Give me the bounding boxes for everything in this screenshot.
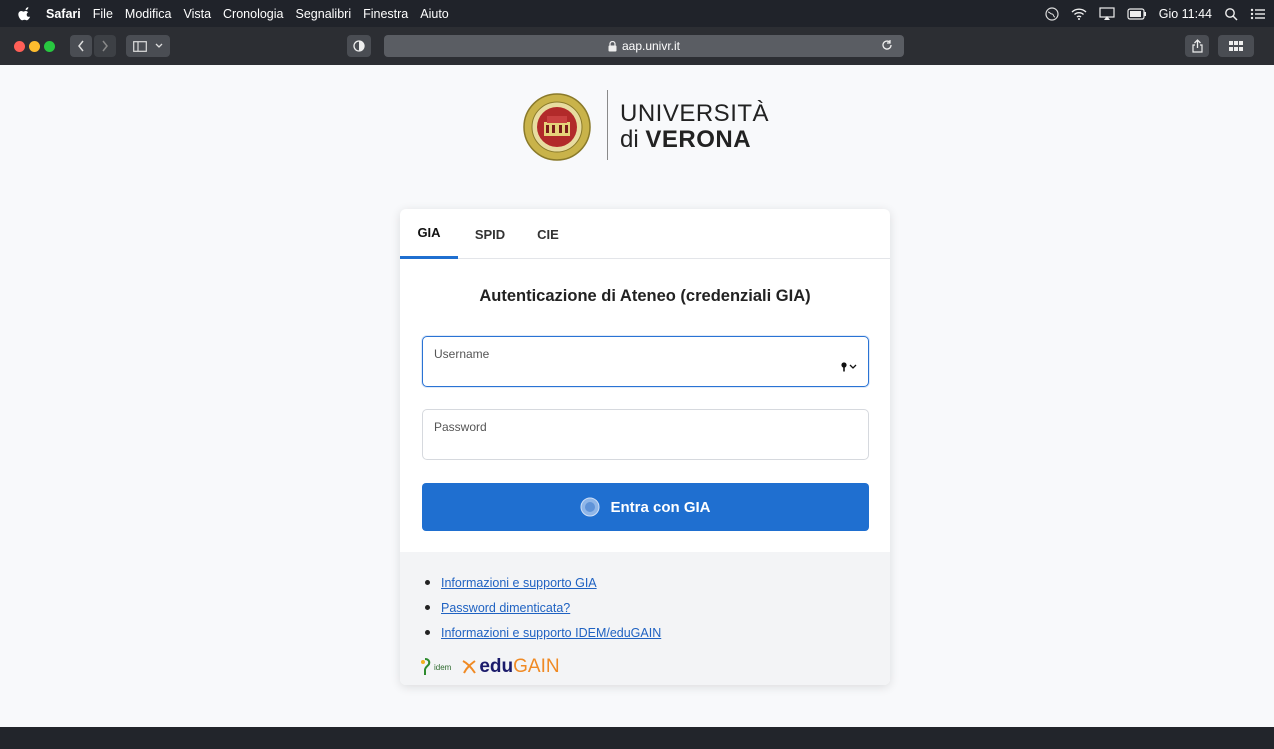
support-links-list: Informazioni e supporto GIA Password dim… [425,570,661,645]
edugain-text-edu: edu [479,656,514,677]
tab-gia[interactable]: GIA [400,209,458,259]
menu-file[interactable]: File [93,7,113,21]
logo-text-di: di [620,126,639,153]
forward-button[interactable] [94,35,116,57]
logo-divider [607,90,608,160]
password-field[interactable]: Password [422,409,869,460]
password-label: Password [434,420,487,434]
form-title: Autenticazione di Ateneo (credenziali GI… [479,287,811,305]
list-item: Informazioni e supporto IDEM/eduGAIN [425,620,661,645]
tab-overview-button[interactable] [1218,35,1254,57]
menu-finestra[interactable]: Finestra [363,7,408,21]
menu-vista[interactable]: Vista [183,7,211,21]
auth-tabs: GIA SPID CIE [400,209,890,259]
battery-icon[interactable] [1127,7,1147,20]
edugain-text-gain: GAIN [513,656,560,677]
edugain-emblem-icon [462,660,477,674]
logo-text-di-verona: di VERONA [620,126,751,154]
idem-emblem-icon [421,658,431,675]
tab-cie[interactable]: CIE [528,209,568,259]
menu-cronologia[interactable]: Cronologia [223,7,283,21]
privacy-shield-button[interactable] [347,35,371,57]
menu-aiuto[interactable]: Aiuto [420,7,449,21]
username-input[interactable] [433,363,833,381]
password-autofill-key-icon[interactable] [840,362,858,372]
share-icon [1191,39,1203,53]
notification-center-icon[interactable] [1250,7,1266,21]
support-links-area: Informazioni e supporto GIA Password dim… [400,552,890,685]
minimize-window-button[interactable] [29,41,40,52]
bullet [425,630,430,635]
reload-icon[interactable] [880,38,894,52]
list-item: Password dimenticata? [425,595,661,620]
link-info-support-gia[interactable]: Informazioni e supporto GIA [441,576,597,590]
address-bar[interactable]: aap.univr.it [384,35,904,57]
logo-text-universita: UNIVERSITÀ [620,100,770,127]
university-seal-icon [523,93,591,161]
login-submit-label: Entra con GIA [610,498,711,516]
idem-logo: idem [418,657,451,677]
username-label: Username [434,347,490,361]
close-window-button[interactable] [14,41,25,52]
menu-segnalibri[interactable]: Segnalibri [296,7,352,21]
tab-overview-icon [1229,41,1243,51]
spotlight-search-icon[interactable] [1224,7,1238,21]
privacy-shield-icon [353,40,365,52]
university-logo: UNIVERSITÀ di VERONA [522,86,772,166]
wifi-icon[interactable] [1071,7,1087,21]
share-button[interactable] [1185,35,1209,57]
login-card: GIA SPID CIE Autenticazione di Ateneo (c… [400,209,890,685]
apple-icon[interactable] [18,6,32,21]
bullet [425,605,430,610]
menu-safari[interactable]: Safari [46,7,81,21]
menubar-status-area: Gio 11:44 [1045,0,1266,27]
menubar-clock[interactable]: Gio 11:44 [1159,7,1212,21]
bullet [425,580,430,585]
federation-logos: idem eduGAIN [418,656,560,678]
vpn-globe-icon[interactable] [1045,6,1059,21]
tab-spid[interactable]: SPID [468,209,512,259]
university-seal-icon [580,497,600,517]
link-info-support-idem-edugain[interactable]: Informazioni e supporto IDEM/eduGAIN [441,626,661,640]
menu-bar: Safari File Modifica Vista Cronologia Se… [0,0,1274,27]
edugain-logo-text: eduGAIN [479,656,559,678]
list-item: Informazioni e supporto GIA [425,570,661,595]
link-forgot-password[interactable]: Password dimenticata? [441,601,570,615]
fullscreen-window-button[interactable] [44,41,55,52]
sidebar-icon [133,40,147,52]
login-submit-button[interactable]: Entra con GIA [422,483,869,531]
browser-toolbar: aap.univr.it [0,27,1274,65]
dock-area [0,727,1274,749]
chevron-right-icon [102,40,108,52]
chevron-down-icon [155,43,163,48]
airplay-icon[interactable] [1099,6,1115,21]
back-button[interactable] [70,35,92,57]
logo-text-verona: VERONA [645,126,752,153]
sidebar-toggle-button[interactable] [126,35,170,57]
menu-modifica[interactable]: Modifica [125,7,172,21]
lock-icon [608,40,617,51]
idem-logo-text: idem [434,662,452,672]
password-input[interactable] [433,436,833,454]
address-url: aap.univr.it [621,39,681,53]
chevron-left-icon [78,40,84,52]
username-field[interactable]: Username [422,336,869,387]
edugain-logo: eduGAIN [461,656,560,678]
